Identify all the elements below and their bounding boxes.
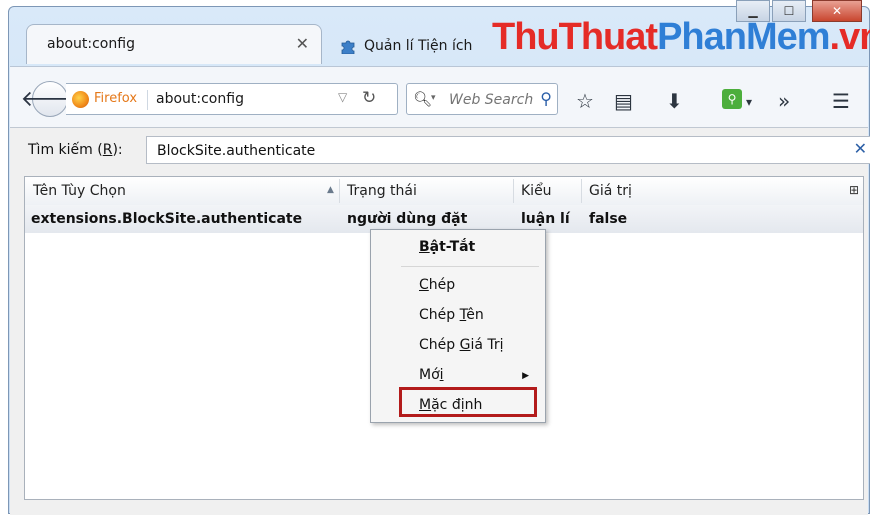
- chevron-down-icon[interactable]: ▾: [746, 95, 752, 109]
- column-header-value[interactable]: Giá trị: [589, 183, 632, 199]
- reload-icon[interactable]: ↻: [362, 88, 376, 108]
- column-header-type[interactable]: Kiểu: [521, 183, 552, 199]
- navigation-toolbar: 🡐 Firefox about:config ▽ ↻ 🔍︎ ▾ ⚲ ☆ ▤ ⬇ …: [10, 66, 868, 127]
- column-divider: [513, 179, 514, 203]
- bookmarks-list-icon[interactable]: ▤: [614, 89, 633, 113]
- search-box[interactable]: 🔍︎ ▾ ⚲: [406, 83, 558, 115]
- column-header-name[interactable]: Tên Tùy Chọn: [33, 183, 126, 199]
- tab-title: about:config: [47, 36, 135, 52]
- pref-type: luận lí: [521, 211, 570, 227]
- search-label: Tìm kiếm (R):: [28, 142, 123, 158]
- url-separator: [147, 90, 148, 110]
- filter-field[interactable]: ✕: [146, 136, 870, 164]
- search-engine-icon[interactable]: 🔍︎: [413, 90, 432, 108]
- menu-item-copy[interactable]: Chép: [419, 277, 455, 293]
- table-header: Tên Tùy Chọn ▲ Trạng thái Kiểu Giá trị ⊞: [25, 177, 863, 206]
- filter-input[interactable]: [155, 140, 839, 162]
- context-menu: Bật-Tắt Chép Chép Tên Chép Giá Trị Mới ▶…: [370, 229, 546, 423]
- hamburger-menu-icon[interactable]: ☰: [832, 89, 850, 113]
- identity-label[interactable]: Firefox: [94, 91, 137, 106]
- tab-addons-manager[interactable]: Quản lí Tiện ích: [340, 32, 472, 60]
- url-text[interactable]: about:config: [156, 91, 244, 107]
- menu-item-new[interactable]: Mới: [419, 367, 444, 383]
- reset-highlight-box: [399, 387, 537, 417]
- pref-name: extensions.BlockSite.authenticate: [31, 211, 303, 227]
- column-divider: [339, 179, 340, 203]
- menu-item-copy-value[interactable]: Chép Giá Trị: [419, 337, 504, 353]
- puzzle-icon: [341, 40, 355, 54]
- pref-value: false: [589, 211, 628, 227]
- bookmark-star-icon[interactable]: ☆: [576, 89, 594, 113]
- pref-status: người dùng đặt: [347, 211, 468, 227]
- tab-title: Quản lí Tiện ích: [364, 38, 473, 54]
- column-picker-icon[interactable]: ⊞: [849, 183, 859, 197]
- menu-item-toggle[interactable]: Bật-Tắt: [419, 239, 475, 255]
- chevron-down-icon[interactable]: ▾: [431, 93, 436, 103]
- tab-close-icon[interactable]: ✕: [296, 34, 309, 53]
- download-icon[interactable]: ⬇: [666, 89, 683, 113]
- watermark-logo: ThuThuatPhanMem.vn: [492, 16, 870, 58]
- menu-separator: [401, 266, 539, 267]
- addon-icon[interactable]: ⚲: [722, 89, 742, 109]
- menu-item-copy-name[interactable]: Chép Tên: [419, 307, 484, 323]
- clear-icon[interactable]: ✕: [854, 139, 867, 158]
- back-button[interactable]: 🡐: [21, 81, 80, 117]
- history-dropdown-icon[interactable]: ▽: [338, 90, 347, 104]
- column-header-status[interactable]: Trạng thái: [347, 183, 417, 199]
- submenu-arrow-icon: ▶: [522, 371, 529, 381]
- overflow-icon[interactable]: »: [778, 89, 790, 113]
- firefox-icon: [72, 91, 89, 108]
- tab-about-config[interactable]: about:config ✕: [26, 24, 322, 64]
- url-bar[interactable]: Firefox about:config ▽ ↻: [66, 83, 398, 115]
- sort-ascending-icon: ▲: [327, 185, 334, 195]
- search-go-icon[interactable]: ⚲: [540, 89, 552, 108]
- column-divider: [581, 179, 582, 203]
- search-input[interactable]: [447, 88, 537, 112]
